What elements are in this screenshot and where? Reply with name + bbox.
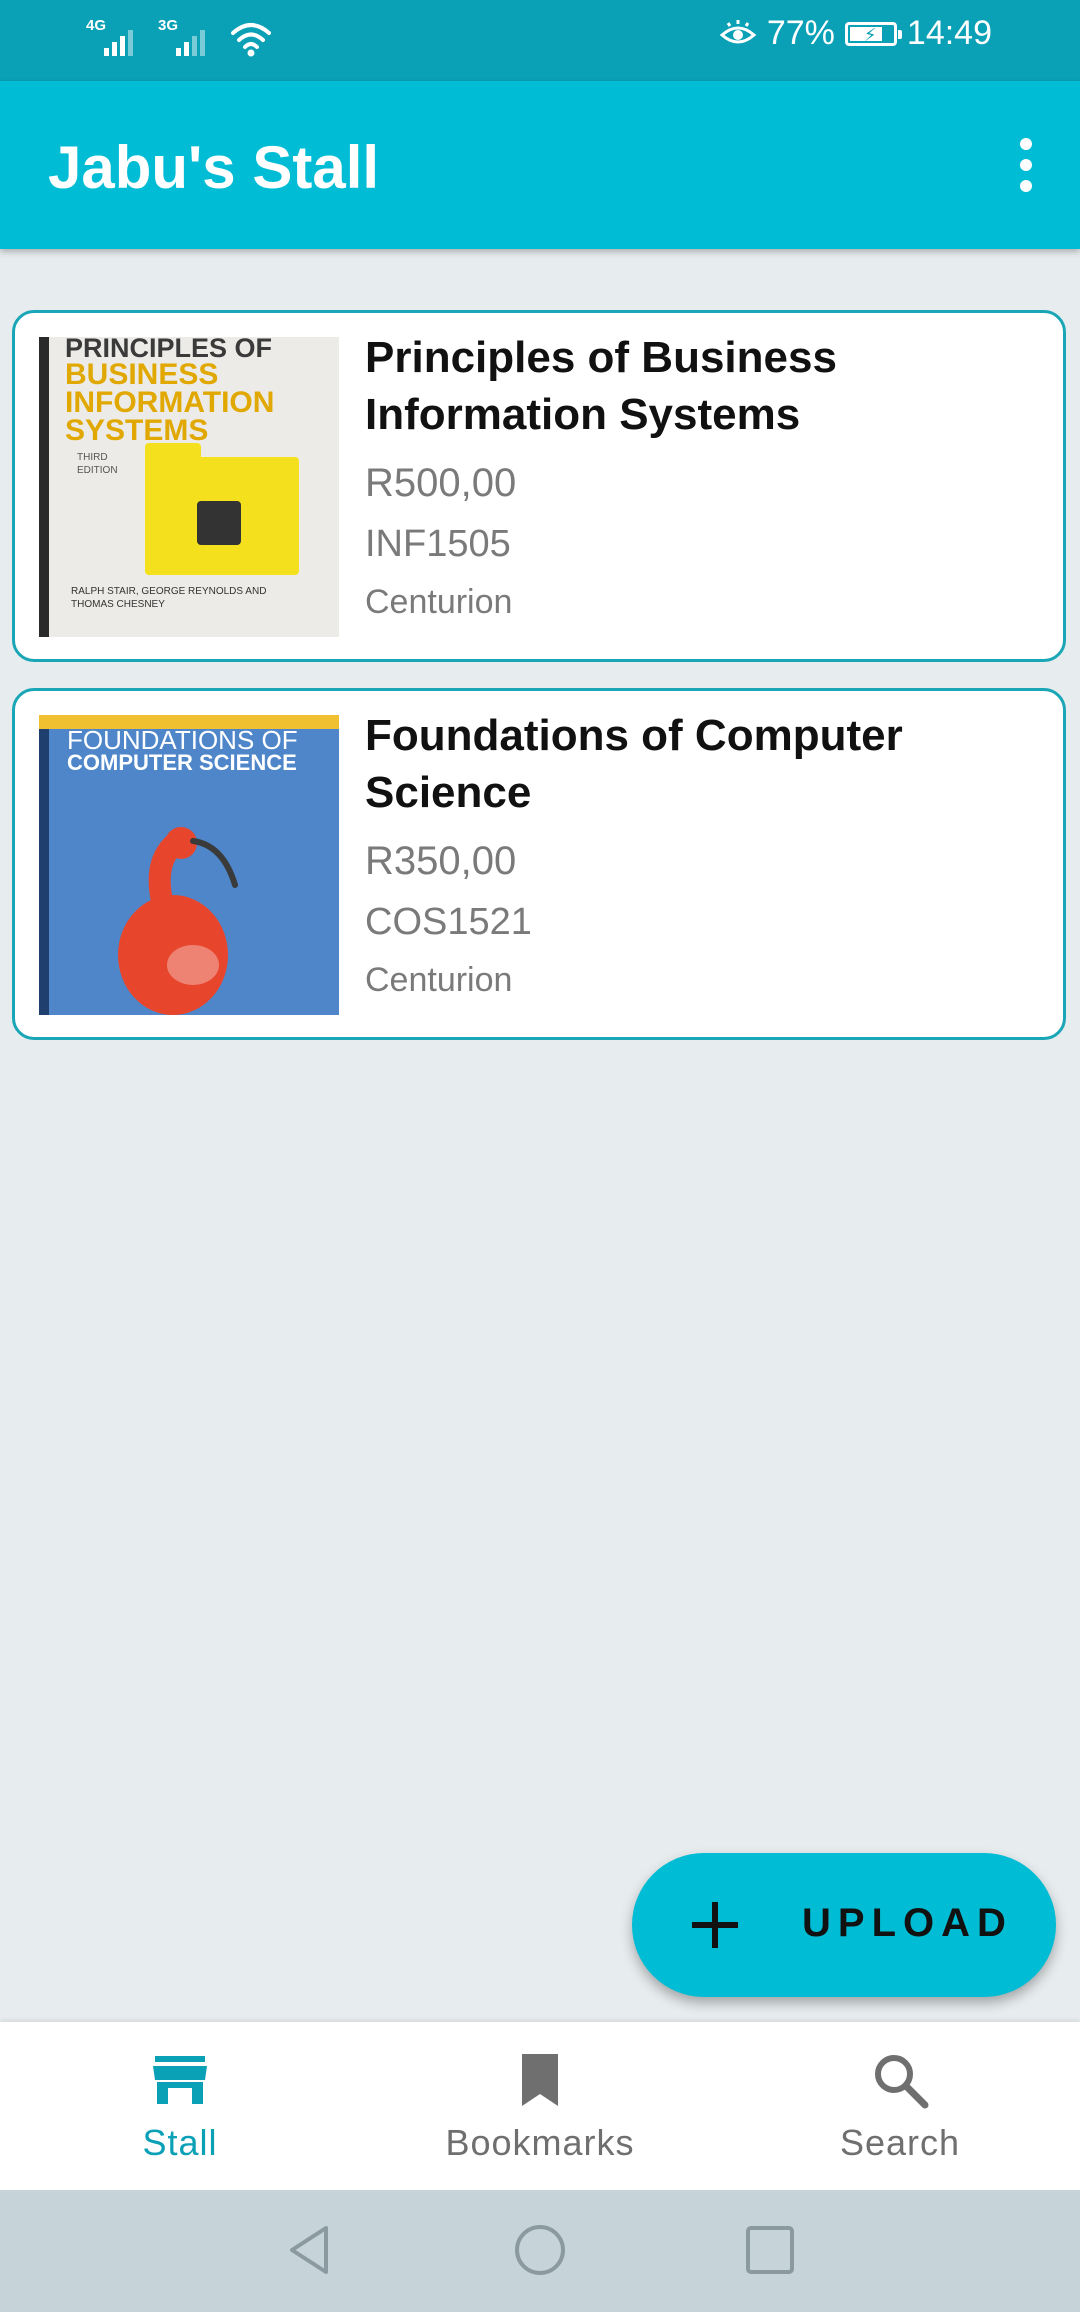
- store-icon: [153, 2056, 207, 2104]
- app-title: Jabu's Stall: [48, 134, 380, 201]
- listing-module-code: COS1521: [365, 901, 532, 943]
- listing-title: Principles of Business Information Syste…: [365, 333, 837, 439]
- book-cover-image: FOUNDATIONS OF COMPUTER SCIENCE: [39, 715, 339, 1015]
- status-bar: 4G 3G 77% ⚡ 14:49: [0, 0, 1080, 81]
- bottom-navigation: Stall Bookmarks Search: [0, 2022, 1080, 2190]
- plus-icon: [692, 1895, 752, 1955]
- nav-label-bookmarks: Bookmarks: [445, 2122, 635, 2163]
- upload-button[interactable]: UPLOAD: [632, 1853, 1056, 1997]
- network-type-2: 3G: [158, 17, 179, 34]
- battery-charging-icon: ⚡: [844, 21, 902, 46]
- listing-title: Foundations of Computer Science: [365, 711, 903, 817]
- nav-item-bookmarks[interactable]: Bookmarks: [360, 2022, 720, 2190]
- book-cover-image: PRINCIPLES OF BUSINESS INFORMATION SYSTE…: [39, 337, 339, 637]
- listing-price: R350,00: [365, 839, 517, 883]
- home-icon[interactable]: [510, 2220, 570, 2280]
- nav-item-stall[interactable]: Stall: [0, 2022, 360, 2190]
- listing-price: R500,00: [365, 461, 517, 505]
- clock: 14:49: [906, 14, 992, 52]
- bookmark-icon: [522, 2054, 558, 2106]
- eye-comfort-icon: [719, 19, 757, 43]
- app-bar: Jabu's Stall: [0, 81, 1080, 249]
- listing-card[interactable]: FOUNDATIONS OF COMPUTER SCIENCE Foundati…: [12, 688, 1066, 1040]
- upload-button-label: UPLOAD: [802, 1901, 1013, 1945]
- nav-label-search: Search: [839, 2122, 961, 2163]
- cover-title-line2: COMPUTER SCIENCE: [67, 750, 297, 775]
- nav-item-search[interactable]: Search: [720, 2022, 1080, 2190]
- network-type-1: 4G: [86, 17, 107, 34]
- system-navigation-bar: [0, 2190, 1080, 2312]
- signal-icon: 3G: [158, 18, 216, 60]
- listing-location: Centurion: [365, 583, 513, 621]
- listing-location: Centurion: [365, 961, 513, 999]
- cover-title-line2: BUSINESS INFORMATION SYSTEMS: [65, 358, 275, 447]
- cover-edition: THIRD EDITION: [77, 452, 118, 476]
- battery-percent: 77%: [766, 14, 835, 52]
- more-vert-icon[interactable]: [996, 127, 1056, 203]
- cover-authors: RALPH STAIR, GEORGE REYNOLDS AND THOMAS …: [71, 586, 267, 610]
- ibis-illustration: [118, 827, 238, 1015]
- listing-card[interactable]: PRINCIPLES OF BUSINESS INFORMATION SYSTE…: [12, 310, 1066, 662]
- wifi-icon: [231, 23, 271, 57]
- search-icon: [875, 2055, 929, 2109]
- nav-label-stall: Stall: [142, 2122, 218, 2163]
- recents-icon[interactable]: [740, 2220, 800, 2280]
- listing-module-code: INF1505: [365, 523, 511, 565]
- back-icon[interactable]: [280, 2220, 340, 2280]
- signal-icon: 4G: [86, 18, 144, 60]
